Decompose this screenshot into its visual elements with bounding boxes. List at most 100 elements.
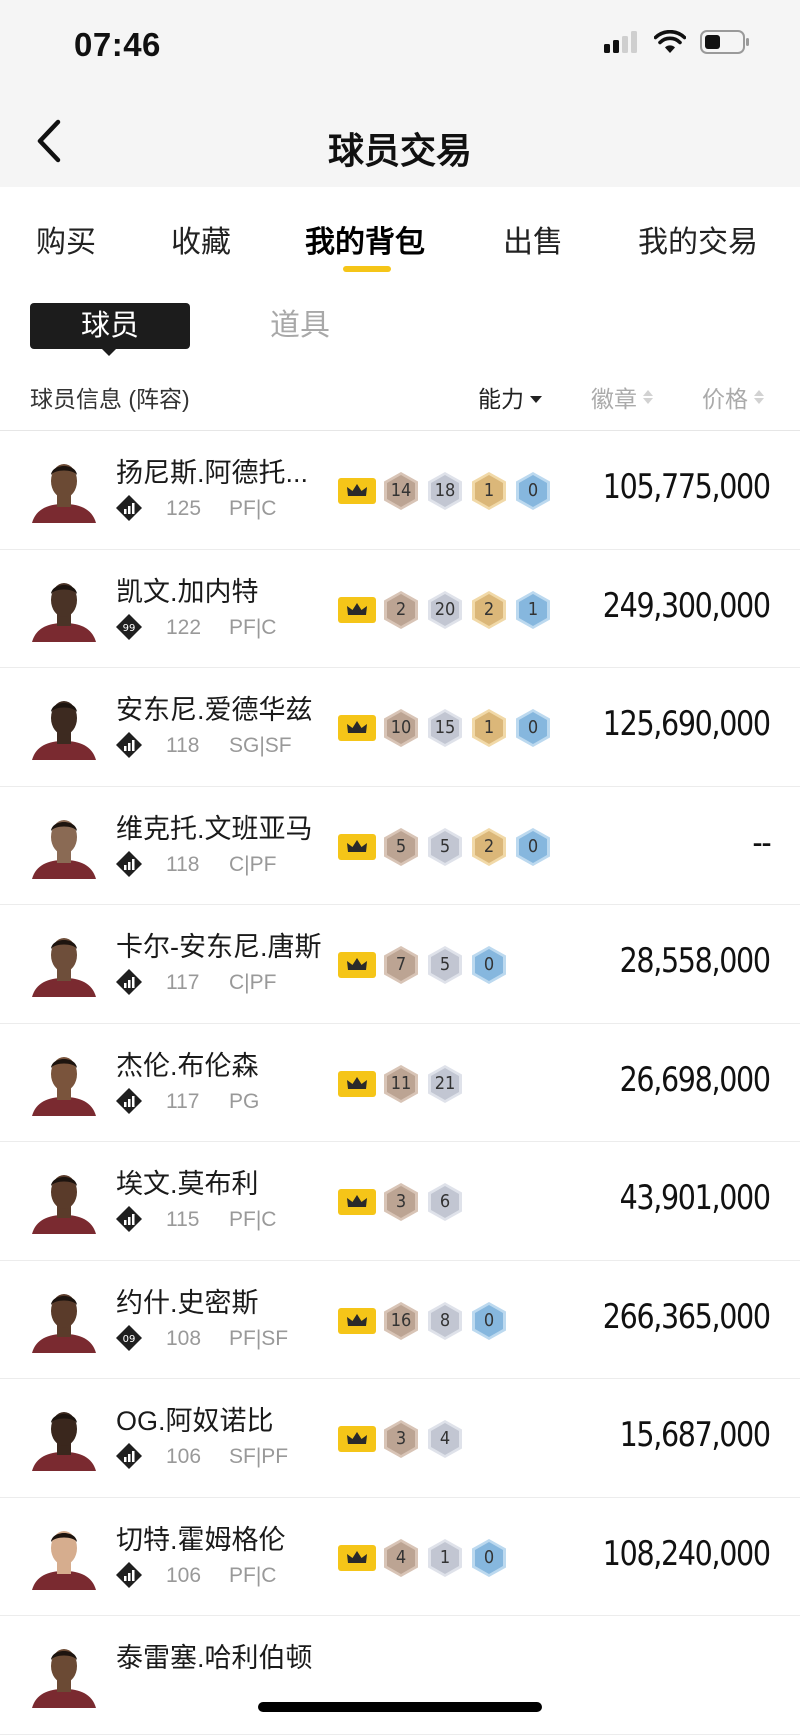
tier-diamond-icon: 09 — [116, 1324, 142, 1351]
player-row[interactable]: 埃文.莫布利 115 PF|C 3 6 43,901,000 — [0, 1142, 800, 1261]
badge-group: 16 8 0 — [338, 1301, 508, 1341]
tier-diamond-icon — [116, 1206, 142, 1232]
sort-badges[interactable]: 徽章 — [591, 380, 653, 414]
badge-blue: 0 — [470, 1301, 508, 1341]
badge-count: 20 — [434, 598, 456, 620]
player-position: C|PF — [229, 971, 277, 994]
player-row[interactable]: 凯文.加内特 99 122 PF|C 2 20 2 1 249,300,000 — [0, 550, 800, 668]
player-row[interactable]: 安东尼.爱德华兹 118 SG|SF 10 15 1 0 125,690,000 — [0, 668, 800, 787]
tab-my-bag[interactable]: 我的背包 — [305, 217, 425, 261]
player-row[interactable]: OG.阿奴诺比 106 SF|PF 3 4 15,687,000 — [0, 1379, 800, 1498]
player-row[interactable]: 扬尼斯.阿德托... 125 PF|C 14 18 1 0 105,775,000 — [0, 431, 800, 550]
player-avatar — [32, 582, 96, 642]
player-price: 266,365,000 — [603, 1296, 771, 1337]
badge-silver: 18 — [426, 471, 464, 511]
crown-badge-icon — [338, 478, 376, 504]
badge-count: 5 — [439, 835, 451, 857]
player-avatar — [32, 1056, 96, 1116]
sort-price[interactable]: 价格 — [702, 380, 764, 414]
badge-blue: 0 — [470, 1538, 508, 1578]
segment-items[interactable]: 道具 — [270, 303, 330, 349]
player-price: 125,690,000 — [603, 704, 771, 744]
player-avatar — [32, 1412, 96, 1471]
player-name: 安东尼.爱德华兹 — [116, 695, 313, 725]
badge-gold: 2 — [470, 590, 508, 630]
badge-bronze: 10 — [382, 708, 420, 748]
badge-gold: 1 — [470, 471, 508, 511]
badge-count: 1 — [527, 598, 539, 620]
player-overall: 106 — [166, 1563, 202, 1587]
player-name: 约什.史密斯 — [116, 1287, 259, 1318]
player-overall: 122 — [166, 615, 202, 639]
crown-badge-icon — [338, 1426, 376, 1452]
badge-count: 4 — [439, 1428, 451, 1449]
player-name: 埃文.莫布利 — [116, 1169, 259, 1199]
sort-ability[interactable]: 能力 — [478, 380, 542, 414]
player-price: 28,558,000 — [619, 941, 771, 981]
tab-favorites[interactable]: 收藏 — [171, 217, 231, 261]
segment-pointer — [100, 347, 118, 356]
wifi-icon — [654, 30, 686, 53]
player-row[interactable]: 维克托.文班亚马 118 C|PF 5 5 2 0 -- — [0, 787, 800, 905]
badge-count: 3 — [395, 1191, 407, 1212]
player-avatar — [32, 819, 96, 879]
crown-badge-icon — [338, 715, 376, 741]
player-row[interactable]: 杰伦.布伦森 117 PG 11 21 26,698,000 — [0, 1024, 800, 1142]
badge-blue: 0 — [514, 471, 552, 511]
badge-blue: 0 — [514, 708, 552, 748]
player-overall: 108 — [166, 1326, 202, 1350]
column-header: 球员信息 (阵容) 能力 徽章 价格 — [0, 372, 800, 431]
badge-count: 3 — [395, 1428, 407, 1449]
tab-sell[interactable]: 出售 — [503, 217, 563, 261]
badge-blue: 0 — [514, 827, 552, 867]
tier-diamond-icon — [116, 1561, 142, 1588]
player-position: SG|SF — [229, 734, 292, 757]
player-price: 26,698,000 — [619, 1059, 771, 1100]
badge-count: 0 — [483, 1546, 495, 1568]
player-overall: 125 — [166, 497, 202, 520]
tier-diamond-icon: 99 — [116, 613, 142, 640]
sort-price-label: 价格 — [702, 386, 748, 412]
badge-bronze: 14 — [382, 471, 420, 511]
badge-bronze: 16 — [382, 1301, 420, 1341]
badge-silver: 4 — [426, 1419, 464, 1459]
player-list: 扬尼斯.阿德托... 125 PF|C 14 18 1 0 105,775,000 凯文.加内特… — [0, 431, 800, 1735]
player-price: 108,240,000 — [603, 1533, 771, 1574]
badge-count: 6 — [439, 1191, 451, 1212]
player-name: 维克托.文班亚马 — [116, 813, 313, 844]
badge-count: 0 — [527, 480, 539, 501]
badge-count: 0 — [483, 954, 495, 975]
sort-badges-label: 徽章 — [591, 386, 637, 412]
tier-diamond-icon — [116, 850, 142, 877]
player-row[interactable]: 约什.史密斯 09 108 PF|SF 16 8 0 266,365,000 — [0, 1261, 800, 1379]
badge-bronze: 3 — [382, 1419, 420, 1459]
badge-count: 0 — [483, 1309, 495, 1331]
tab-buy[interactable]: 购买 — [36, 217, 96, 261]
badge-count: 2 — [395, 598, 407, 620]
player-name: 扬尼斯.阿德托... — [116, 458, 309, 488]
player-avatar — [32, 1293, 96, 1353]
top-bar: 07:46 球员交易 — [0, 0, 800, 187]
player-name: 凯文.加内特 — [116, 576, 259, 607]
player-avatar — [32, 938, 96, 997]
player-row[interactable]: 切特.霍姆格伦 106 PF|C 4 1 0 108,240,000 — [0, 1498, 800, 1616]
badge-silver: 21 — [426, 1064, 464, 1104]
tier-diamond-icon — [116, 495, 142, 521]
tab-my-trades[interactable]: 我的交易 — [638, 217, 758, 261]
player-price: 15,687,000 — [619, 1415, 771, 1455]
player-row[interactable]: 卡尔-安东尼.唐斯 117 C|PF 7 5 0 28,558,000 — [0, 905, 800, 1024]
badge-blue: 1 — [514, 590, 552, 630]
badge-bronze: 4 — [382, 1538, 420, 1578]
active-tab-indicator — [343, 266, 391, 272]
segment-players[interactable]: 球员 — [30, 303, 190, 349]
player-position: PF|C — [229, 1563, 277, 1587]
crown-badge-icon — [338, 1544, 376, 1571]
badge-silver: 15 — [426, 708, 464, 748]
badge-group: 4 1 0 — [338, 1538, 508, 1578]
badge-count: 14 — [390, 480, 412, 501]
player-avatar — [32, 701, 96, 760]
player-row[interactable]: 泰雷塞.哈利伯顿 — [0, 1616, 800, 1735]
player-overall: 117 — [166, 971, 200, 994]
badge-count: 5 — [395, 835, 407, 857]
crown-badge-icon — [338, 833, 376, 860]
